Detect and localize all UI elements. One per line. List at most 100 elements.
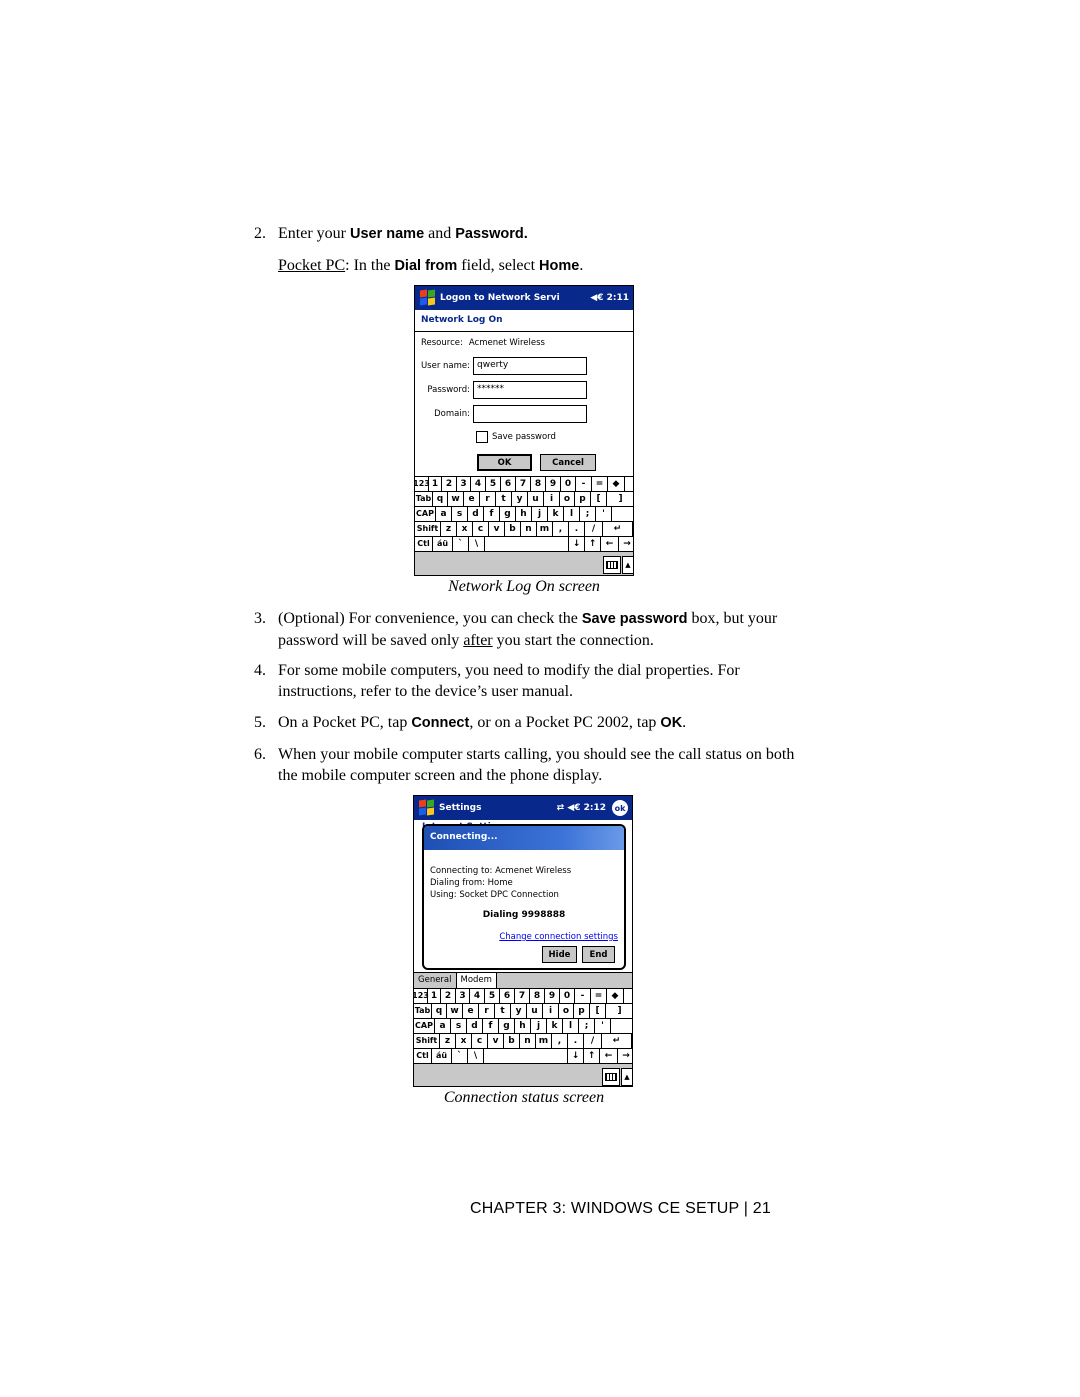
key-l[interactable]: l: [563, 1019, 579, 1033]
key-period[interactable]: .: [568, 1034, 584, 1048]
key-w[interactable]: w: [447, 1004, 463, 1018]
key-x[interactable]: x: [456, 1034, 472, 1048]
tab-modem[interactable]: Modem: [456, 973, 497, 988]
key-0[interactable]: 0: [561, 477, 576, 491]
key-s[interactable]: s: [452, 507, 468, 521]
key-z[interactable]: z: [441, 522, 457, 536]
key-f[interactable]: f: [484, 507, 500, 521]
key-i[interactable]: i: [543, 1004, 559, 1018]
key-backtick[interactable]: `: [452, 1049, 468, 1063]
key-down-arrow[interactable]: ↓: [568, 1049, 584, 1063]
save-password-label[interactable]: Save password: [492, 432, 556, 442]
key-minus[interactable]: -: [575, 989, 591, 1003]
ok-button[interactable]: OK: [477, 454, 532, 471]
key-space[interactable]: [484, 1049, 568, 1063]
key-right-arrow[interactable]: →: [619, 537, 633, 551]
key-8[interactable]: 8: [531, 477, 546, 491]
key-space[interactable]: [485, 537, 569, 551]
key-down-arrow[interactable]: ↓: [569, 537, 585, 551]
key-a[interactable]: a: [436, 507, 452, 521]
key-left-bracket[interactable]: [: [590, 1004, 606, 1018]
keyboard-icon[interactable]: [603, 556, 621, 574]
key-semicolon[interactable]: ;: [580, 507, 596, 521]
key-u[interactable]: u: [528, 492, 544, 506]
key-ctrl[interactable]: Ctl: [414, 1049, 432, 1063]
input-panel-arrow-icon[interactable]: ▲: [622, 556, 633, 574]
key-i[interactable]: i: [544, 492, 560, 506]
key-k[interactable]: k: [548, 507, 564, 521]
key-v[interactable]: v: [488, 1034, 504, 1048]
key-b[interactable]: b: [504, 1034, 520, 1048]
key-w[interactable]: w: [448, 492, 464, 506]
key-enter[interactable]: ↵: [602, 1034, 632, 1048]
key-slash[interactable]: /: [585, 522, 603, 536]
key-ctrl[interactable]: Ctl: [415, 537, 433, 551]
key-caps-lock[interactable]: CAP: [415, 507, 436, 521]
key-y[interactable]: y: [512, 492, 528, 506]
key-backslash[interactable]: \: [468, 1049, 484, 1063]
volume-clock-status[interactable]: ◀€ 2:11: [590, 293, 629, 303]
key-t[interactable]: t: [496, 492, 512, 506]
key-z[interactable]: z: [440, 1034, 456, 1048]
key-f[interactable]: f: [483, 1019, 499, 1033]
key-8[interactable]: 8: [530, 989, 545, 1003]
domain-input[interactable]: [473, 405, 587, 423]
key-tab[interactable]: Tab: [415, 492, 433, 506]
key-n[interactable]: n: [520, 1034, 536, 1048]
key-e[interactable]: e: [464, 492, 480, 506]
key-o[interactable]: o: [560, 492, 575, 506]
save-password-row[interactable]: Save password: [476, 431, 556, 443]
key-left-arrow[interactable]: ←: [601, 537, 619, 551]
change-connection-settings-link[interactable]: Change connection settings: [499, 932, 618, 942]
key-up-arrow[interactable]: ↑: [585, 537, 601, 551]
hide-button[interactable]: Hide: [542, 946, 577, 963]
key-a[interactable]: a: [435, 1019, 451, 1033]
key-right-bracket[interactable]: ]: [606, 1004, 632, 1018]
key-c[interactable]: c: [473, 522, 489, 536]
key-left-arrow[interactable]: ←: [600, 1049, 618, 1063]
key-j[interactable]: j: [532, 507, 548, 521]
key-6[interactable]: 6: [500, 989, 515, 1003]
key-9[interactable]: 9: [546, 477, 561, 491]
key-enter[interactable]: ↵: [603, 522, 633, 536]
key-quote[interactable]: ': [596, 507, 612, 521]
key-shift[interactable]: Shift: [415, 522, 441, 536]
key-0[interactable]: 0: [560, 989, 575, 1003]
key-1[interactable]: 1: [428, 989, 441, 1003]
key-2[interactable]: 2: [441, 989, 456, 1003]
key-y[interactable]: y: [511, 1004, 527, 1018]
key-caps-lock[interactable]: CAP: [414, 1019, 435, 1033]
username-input[interactable]: qwerty: [473, 357, 587, 375]
windows-start-icon[interactable]: [417, 288, 437, 308]
key-d[interactable]: d: [467, 1019, 483, 1033]
password-input[interactable]: ******: [473, 381, 587, 399]
key-2[interactable]: 2: [442, 477, 457, 491]
key-3[interactable]: 3: [456, 989, 470, 1003]
key-7[interactable]: 7: [516, 477, 531, 491]
input-panel-arrow-icon[interactable]: ▲: [621, 1068, 632, 1086]
key-m[interactable]: m: [536, 1034, 552, 1048]
key-shift[interactable]: Shift: [414, 1034, 440, 1048]
key-right-arrow[interactable]: →: [618, 1049, 632, 1063]
end-button[interactable]: End: [582, 946, 615, 963]
key-backslash[interactable]: \: [469, 537, 485, 551]
key-up-arrow[interactable]: ↑: [584, 1049, 600, 1063]
key-slash[interactable]: /: [584, 1034, 602, 1048]
key-backspace[interactable]: ◆: [607, 989, 624, 1003]
key-r[interactable]: r: [480, 492, 496, 506]
key-u[interactable]: u: [527, 1004, 543, 1018]
key-numbers[interactable]: 123: [414, 989, 429, 1003]
key-g[interactable]: g: [499, 1019, 515, 1033]
key-l[interactable]: l: [564, 507, 580, 521]
key-h[interactable]: h: [516, 507, 532, 521]
key-5[interactable]: 5: [486, 477, 501, 491]
key-5[interactable]: 5: [485, 989, 500, 1003]
key-k[interactable]: k: [547, 1019, 563, 1033]
key-q[interactable]: q: [433, 492, 448, 506]
key-m[interactable]: m: [537, 522, 553, 536]
ok-close-button[interactable]: ok: [612, 800, 628, 816]
key-equals[interactable]: =: [592, 477, 608, 491]
key-backspace[interactable]: ◆: [608, 477, 625, 491]
windows-start-icon[interactable]: [416, 798, 436, 818]
key-tab[interactable]: Tab: [414, 1004, 432, 1018]
